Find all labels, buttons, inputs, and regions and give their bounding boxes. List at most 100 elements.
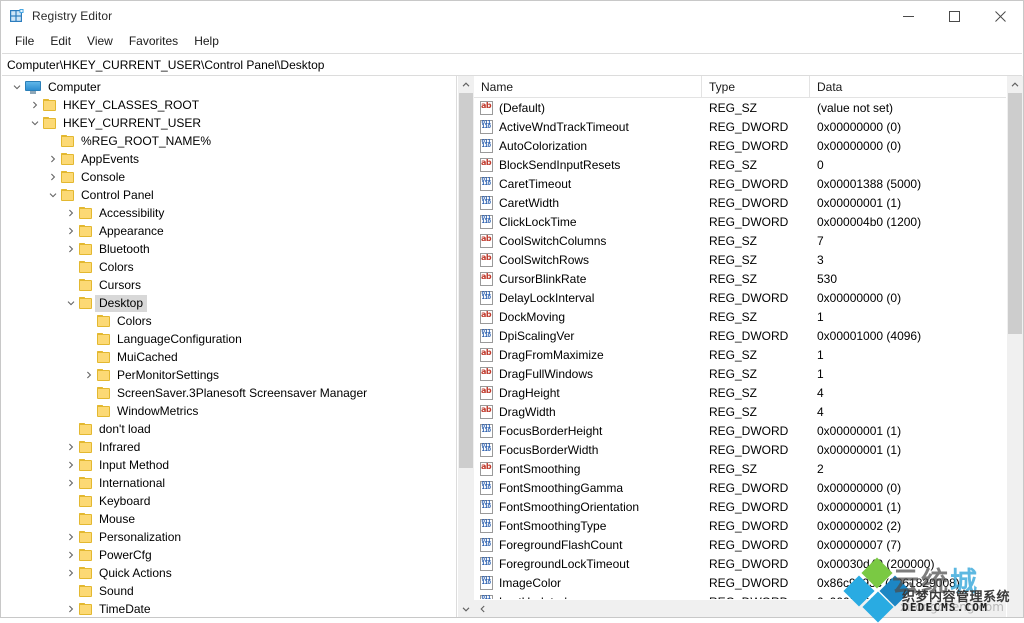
value-row[interactable]: ab DragWidth REG_SZ 4: [474, 402, 1006, 421]
value-row[interactable]: ab DragFullWindows REG_SZ 1: [474, 364, 1006, 383]
chevron-down-icon[interactable]: [63, 295, 79, 311]
chevron-right-icon[interactable]: [63, 457, 79, 473]
value-row[interactable]: 011 110 DelayLockInterval REG_DWORD 0x000000…: [474, 288, 1006, 307]
column-header-name[interactable]: Name: [474, 76, 702, 97]
tree-item[interactable]: PerMonitorSettings: [1, 366, 456, 384]
value-row[interactable]: 011 110 ForegroundFlashCount REG_DWORD 0x000…: [474, 535, 1006, 554]
value-row[interactable]: 011 110 FocusBorderWidth REG_DWORD 0x0000000…: [474, 440, 1006, 459]
menu-item-favorites[interactable]: Favorites: [121, 32, 186, 52]
tree-item[interactable]: Appearance: [1, 222, 456, 240]
chevron-right-icon[interactable]: [63, 565, 79, 581]
tree-item[interactable]: Input Method: [1, 456, 456, 474]
address-bar[interactable]: Computer\HKEY_CURRENT_USER\Control Panel…: [2, 53, 1022, 76]
tree-item[interactable]: International: [1, 474, 456, 492]
value-row[interactable]: 011 110 CaretTimeout REG_DWORD 0x00001388 (5…: [474, 174, 1006, 193]
chevron-down-icon[interactable]: [45, 187, 61, 203]
tree-item[interactable]: Console: [1, 168, 456, 186]
tree-item[interactable]: Infrared: [1, 438, 456, 456]
tree-item[interactable]: Cursors: [1, 276, 456, 294]
tree-vertical-scrollbar[interactable]: [457, 76, 474, 617]
chevron-right-icon[interactable]: [63, 475, 79, 491]
chevron-right-icon[interactable]: [63, 241, 79, 257]
tree-item[interactable]: ScreenSaver.3Planesoft Screensaver Manag…: [1, 384, 456, 402]
column-header-type[interactable]: Type: [702, 76, 810, 97]
values-scroll-track-vertical[interactable]: [1007, 93, 1023, 617]
tree-item[interactable]: Control Panel: [1, 186, 456, 204]
tree-item[interactable]: Quick Actions: [1, 564, 456, 582]
values-rows[interactable]: ab (Default) REG_SZ (value not set) 011 110 Ac…: [474, 98, 1006, 599]
tree-item[interactable]: Mouse: [1, 510, 456, 528]
tree-item[interactable]: Keyboard: [1, 492, 456, 510]
tree-scroll-up-button[interactable]: [458, 76, 474, 93]
values-scroll-thumb[interactable]: [1008, 93, 1022, 335]
value-row[interactable]: ab BlockSendInputResets REG_SZ 0: [474, 155, 1006, 174]
tree-item[interactable]: WindowMetrics: [1, 402, 456, 420]
value-row[interactable]: 011 110 FontSmoothingGamma REG_DWORD 0x00000…: [474, 478, 1006, 497]
value-row[interactable]: 011 110 ClickLockTime REG_DWORD 0x000004b0 (…: [474, 212, 1006, 231]
value-row[interactable]: ab DragFromMaximize REG_SZ 1: [474, 345, 1006, 364]
tree-item[interactable]: MuiCached: [1, 348, 456, 366]
chevron-down-icon[interactable]: [27, 115, 43, 131]
registry-tree[interactable]: Computer HKEY_CLASSES_ROOT HKEY_CURRENT_US…: [1, 76, 456, 617]
close-button[interactable]: [977, 1, 1023, 31]
value-row[interactable]: 011110 LastUpdated REG_DWORD0x00000000 (0): [474, 592, 1006, 599]
tree-item[interactable]: LanguageConfiguration: [1, 330, 456, 348]
menu-item-help[interactable]: Help: [186, 32, 227, 52]
tree-item[interactable]: TimeDate: [1, 600, 456, 617]
value-row[interactable]: 011 110 FontSmoothingType REG_DWORD 0x000000…: [474, 516, 1006, 535]
menu-item-view[interactable]: View: [79, 32, 121, 52]
tree-item[interactable]: HKEY_CURRENT_USER: [1, 114, 456, 132]
value-row[interactable]: 011 110 ImageColor REG_DWORD 0x86c9993c (226…: [474, 573, 1006, 592]
values-vertical-scrollbar[interactable]: [1006, 76, 1023, 617]
column-header-data[interactable]: Data: [810, 76, 1006, 97]
tree-scroll-down-button[interactable]: [458, 600, 474, 617]
tree-item[interactable]: Computer: [1, 78, 456, 96]
minimize-button[interactable]: [885, 1, 931, 31]
tree-item[interactable]: %REG_ROOT_NAME%: [1, 132, 456, 150]
values-scroll-left-button[interactable]: [474, 600, 491, 617]
value-row[interactable]: ab CursorBlinkRate REG_SZ 530: [474, 269, 1006, 288]
tree-item[interactable]: Colors: [1, 258, 456, 276]
chevron-down-icon[interactable]: [9, 79, 25, 95]
tree-item[interactable]: Personalization: [1, 528, 456, 546]
tree-scroll-track[interactable]: [458, 93, 474, 600]
value-row[interactable]: 011 110 FocusBorderHeight REG_DWORD 0x000000…: [474, 421, 1006, 440]
chevron-right-icon[interactable]: [63, 223, 79, 239]
chevron-right-icon[interactable]: [63, 601, 79, 617]
tree-item[interactable]: Bluetooth: [1, 240, 456, 258]
tree-item[interactable]: Sound: [1, 582, 456, 600]
value-row[interactable]: 011 110 DpiScalingVer REG_DWORD 0x00001000 (…: [474, 326, 1006, 345]
value-row[interactable]: 011 110 FontSmoothingOrientation REG_DWORD 0…: [474, 497, 1006, 516]
chevron-right-icon[interactable]: [81, 367, 97, 383]
tree-scroll-thumb[interactable]: [459, 93, 473, 469]
value-row[interactable]: 011 110 CaretWidth REG_DWORD 0x00000001 (1): [474, 193, 1006, 212]
chevron-right-icon[interactable]: [63, 439, 79, 455]
tree-item[interactable]: Colors: [1, 312, 456, 330]
value-row[interactable]: ab (Default) REG_SZ (value not set): [474, 98, 1006, 117]
tree-item[interactable]: HKEY_CLASSES_ROOT: [1, 96, 456, 114]
values-horizontal-scrollbar[interactable]: [474, 599, 1006, 617]
value-row[interactable]: 011 110 AutoColorization REG_DWORD 0x0000000…: [474, 136, 1006, 155]
menu-item-edit[interactable]: Edit: [42, 32, 79, 52]
tree-item[interactable]: AppEvents: [1, 150, 456, 168]
value-row[interactable]: ab CoolSwitchRows REG_SZ 3: [474, 250, 1006, 269]
maximize-button[interactable]: [931, 1, 977, 31]
tree-item[interactable]: PowerCfg: [1, 546, 456, 564]
chevron-right-icon[interactable]: [45, 151, 61, 167]
chevron-right-icon[interactable]: [27, 97, 43, 113]
tree-item[interactable]: Desktop: [1, 294, 456, 312]
chevron-right-icon[interactable]: [63, 205, 79, 221]
values-scroll-track[interactable]: [491, 600, 1006, 617]
chevron-right-icon[interactable]: [63, 547, 79, 563]
tree-item[interactable]: Accessibility: [1, 204, 456, 222]
values-scroll-up-button[interactable]: [1007, 76, 1023, 93]
value-row[interactable]: ab FontSmoothing REG_SZ 2: [474, 459, 1006, 478]
value-row[interactable]: 011 110 ActiveWndTrackTimeout REG_DWORD 0x00…: [474, 117, 1006, 136]
value-row[interactable]: 011 110 ForegroundLockTimeout REG_DWORD 0x00…: [474, 554, 1006, 573]
chevron-right-icon[interactable]: [45, 169, 61, 185]
menu-item-file[interactable]: File: [7, 32, 42, 52]
chevron-right-icon[interactable]: [63, 529, 79, 545]
value-row[interactable]: ab CoolSwitchColumns REG_SZ 7: [474, 231, 1006, 250]
value-row[interactable]: ab DragHeight REG_SZ 4: [474, 383, 1006, 402]
value-row[interactable]: ab DockMoving REG_SZ 1: [474, 307, 1006, 326]
